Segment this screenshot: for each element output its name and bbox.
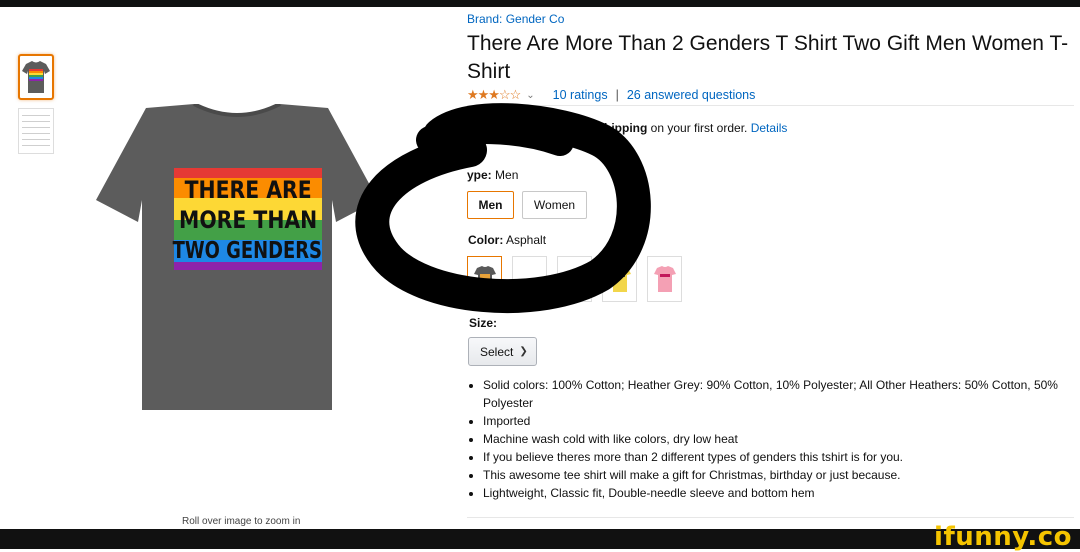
details-link[interactable]: Details (751, 121, 788, 135)
feature-bullet: Imported (483, 412, 1080, 430)
feature-bullet: Lightweight, Classic fit, Double-needle … (483, 484, 1080, 502)
watermark-logo: ifunny.co (934, 522, 1072, 552)
shirt-swatch-icon (653, 266, 676, 292)
shirt-text-line-2: MORE THAN (179, 206, 317, 234)
divider (467, 517, 1074, 518)
shirt-text-line-3: TWO GENDERS (173, 237, 322, 264)
ratings-link[interactable]: 10 ratings (553, 88, 608, 102)
fit-type-value: Men (495, 168, 519, 182)
shipping-info: Shipping on your first order. Details (596, 121, 787, 135)
separator: | (615, 88, 619, 102)
fit-option-women[interactable]: Women (522, 191, 587, 219)
feature-bullet: This awesome tee shirt will make a gift … (483, 466, 1080, 484)
fit-type-label: ype: Men (467, 168, 518, 182)
answered-questions-link[interactable]: 26 answered questions (627, 88, 756, 102)
size-label: Size: (469, 316, 498, 330)
thumbnail-front[interactable] (18, 54, 54, 100)
size-select-label: Select (480, 344, 514, 359)
zoom-hint: Roll over image to zoom in (182, 516, 301, 527)
shirt-swatch-icon (608, 266, 631, 292)
brand-link[interactable]: Brand: Gender Co (467, 12, 564, 26)
size-select[interactable]: Select ❯ (468, 337, 537, 366)
product-image[interactable]: THERE ARE MORE THAN TWO GENDERS (96, 104, 378, 410)
thumbnail-size-chart[interactable] (18, 108, 54, 154)
color-swatch-white[interactable] (512, 256, 547, 302)
shipping-bold: Shipping (596, 121, 648, 135)
chevron-down-icon: ❯ (519, 346, 528, 357)
shirt-text-line-1: THERE ARE (185, 176, 312, 204)
color-value: Asphalt (506, 233, 547, 247)
chevron-down-icon[interactable]: ⌄ (526, 90, 534, 101)
color-swatch-pink[interactable] (647, 256, 682, 302)
feature-bullet: Machine wash cold with like colors, dry … (483, 430, 1080, 448)
color-label: Color: Asphalt (468, 233, 546, 247)
bottom-bar (0, 529, 1080, 549)
color-swatch-white-2[interactable] (557, 256, 592, 302)
feature-bullet: Solid colors: 100% Cotton; Heather Grey:… (483, 376, 1080, 412)
divider (467, 105, 1074, 106)
star-rating-icon[interactable]: ★★★☆☆ (467, 87, 521, 103)
shirt-thumbnail-icon (22, 61, 50, 93)
top-bar (0, 0, 1080, 7)
rating-row: ★★★☆☆ ⌄ 10 ratings | 26 answered questio… (467, 87, 755, 103)
fit-option-men[interactable]: Men (467, 191, 514, 219)
feature-bullets: Solid colors: 100% Cotton; Heather Grey:… (467, 376, 1080, 502)
shirt-swatch-icon (473, 266, 496, 292)
shipping-text: on your first order. (647, 121, 751, 135)
color-heading: Color: (468, 233, 504, 247)
feature-bullet: If you believe theres more than 2 differ… (483, 448, 1080, 466)
product-title: There Are More Than 2 Genders T Shirt Tw… (467, 32, 1069, 83)
color-swatch-asphalt[interactable] (467, 256, 502, 302)
fit-type-heading: ype: (467, 168, 492, 182)
color-swatch-yellow[interactable] (602, 256, 637, 302)
